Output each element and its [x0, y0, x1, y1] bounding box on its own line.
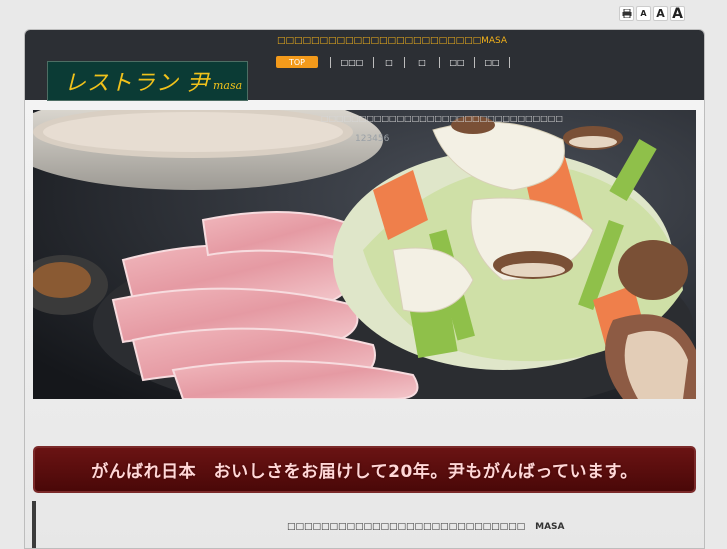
promo-banner[interactable]: がんばれ日本 おいしさをお届けして20年。尹もがんばっています。: [33, 446, 696, 493]
nav-item-4[interactable]: □: [417, 56, 427, 68]
utility-bar: A A A: [619, 6, 685, 22]
logo-text-en: masa: [213, 78, 243, 92]
printer-icon[interactable]: [619, 6, 634, 21]
nav-item-top[interactable]: TOP: [276, 56, 318, 68]
hero-caption: □□□□□□□□□□□□□□□□□□□□□□□□□□□□□□□□: [321, 114, 563, 123]
page-frame: □□□□□□□□□□□□□□□□□□□□□□□□MASA TOP □□□ □ □…: [24, 29, 705, 549]
content-accent-bar: [32, 501, 36, 548]
nav-separator: [373, 56, 374, 68]
nav-separator: [509, 56, 510, 68]
promo-banner-text: がんばれ日本 おいしさをお届けして20年。尹もがんばっています。: [91, 462, 638, 482]
nav-item-2[interactable]: □□□: [341, 56, 364, 68]
site-title: □□□□□□□□□□□□□□□□□□□□□□□□MASA: [277, 36, 508, 46]
nav-separator: [330, 56, 331, 68]
content-heading: □□□□□□□□□□□□□□□□□□□□□□□□□□□□ MASA: [287, 522, 564, 532]
nav-item-3[interactable]: □: [385, 56, 393, 68]
nav-item-6[interactable]: □□: [484, 56, 499, 68]
nav-item-5[interactable]: □□: [449, 56, 464, 68]
font-size-small-button[interactable]: A: [636, 6, 651, 21]
nav-separator: [474, 56, 475, 68]
hero-image: □□□□□□□□□□□□□□□□□□□□□□□□□□□□□□□□ 123456: [33, 110, 696, 399]
content-heading-text: □□□□□□□□□□□□□□□□□□□□□□□□□□□□: [287, 522, 526, 532]
logo-text-jp: レストラン 尹: [64, 71, 210, 96]
restaurant-logo[interactable]: レストラン 尹 masa: [47, 61, 248, 101]
main-nav: TOP □□□ □ □ □□ □□: [276, 56, 522, 68]
font-size-medium-button[interactable]: A: [653, 6, 668, 21]
shabu-shabu-photo: [33, 110, 696, 399]
nav-separator: [439, 56, 440, 68]
font-size-large-button[interactable]: A: [670, 6, 685, 22]
hero-number: 123456: [355, 134, 390, 144]
content-heading-masa: MASA: [535, 522, 565, 532]
nav-separator: [404, 56, 405, 68]
